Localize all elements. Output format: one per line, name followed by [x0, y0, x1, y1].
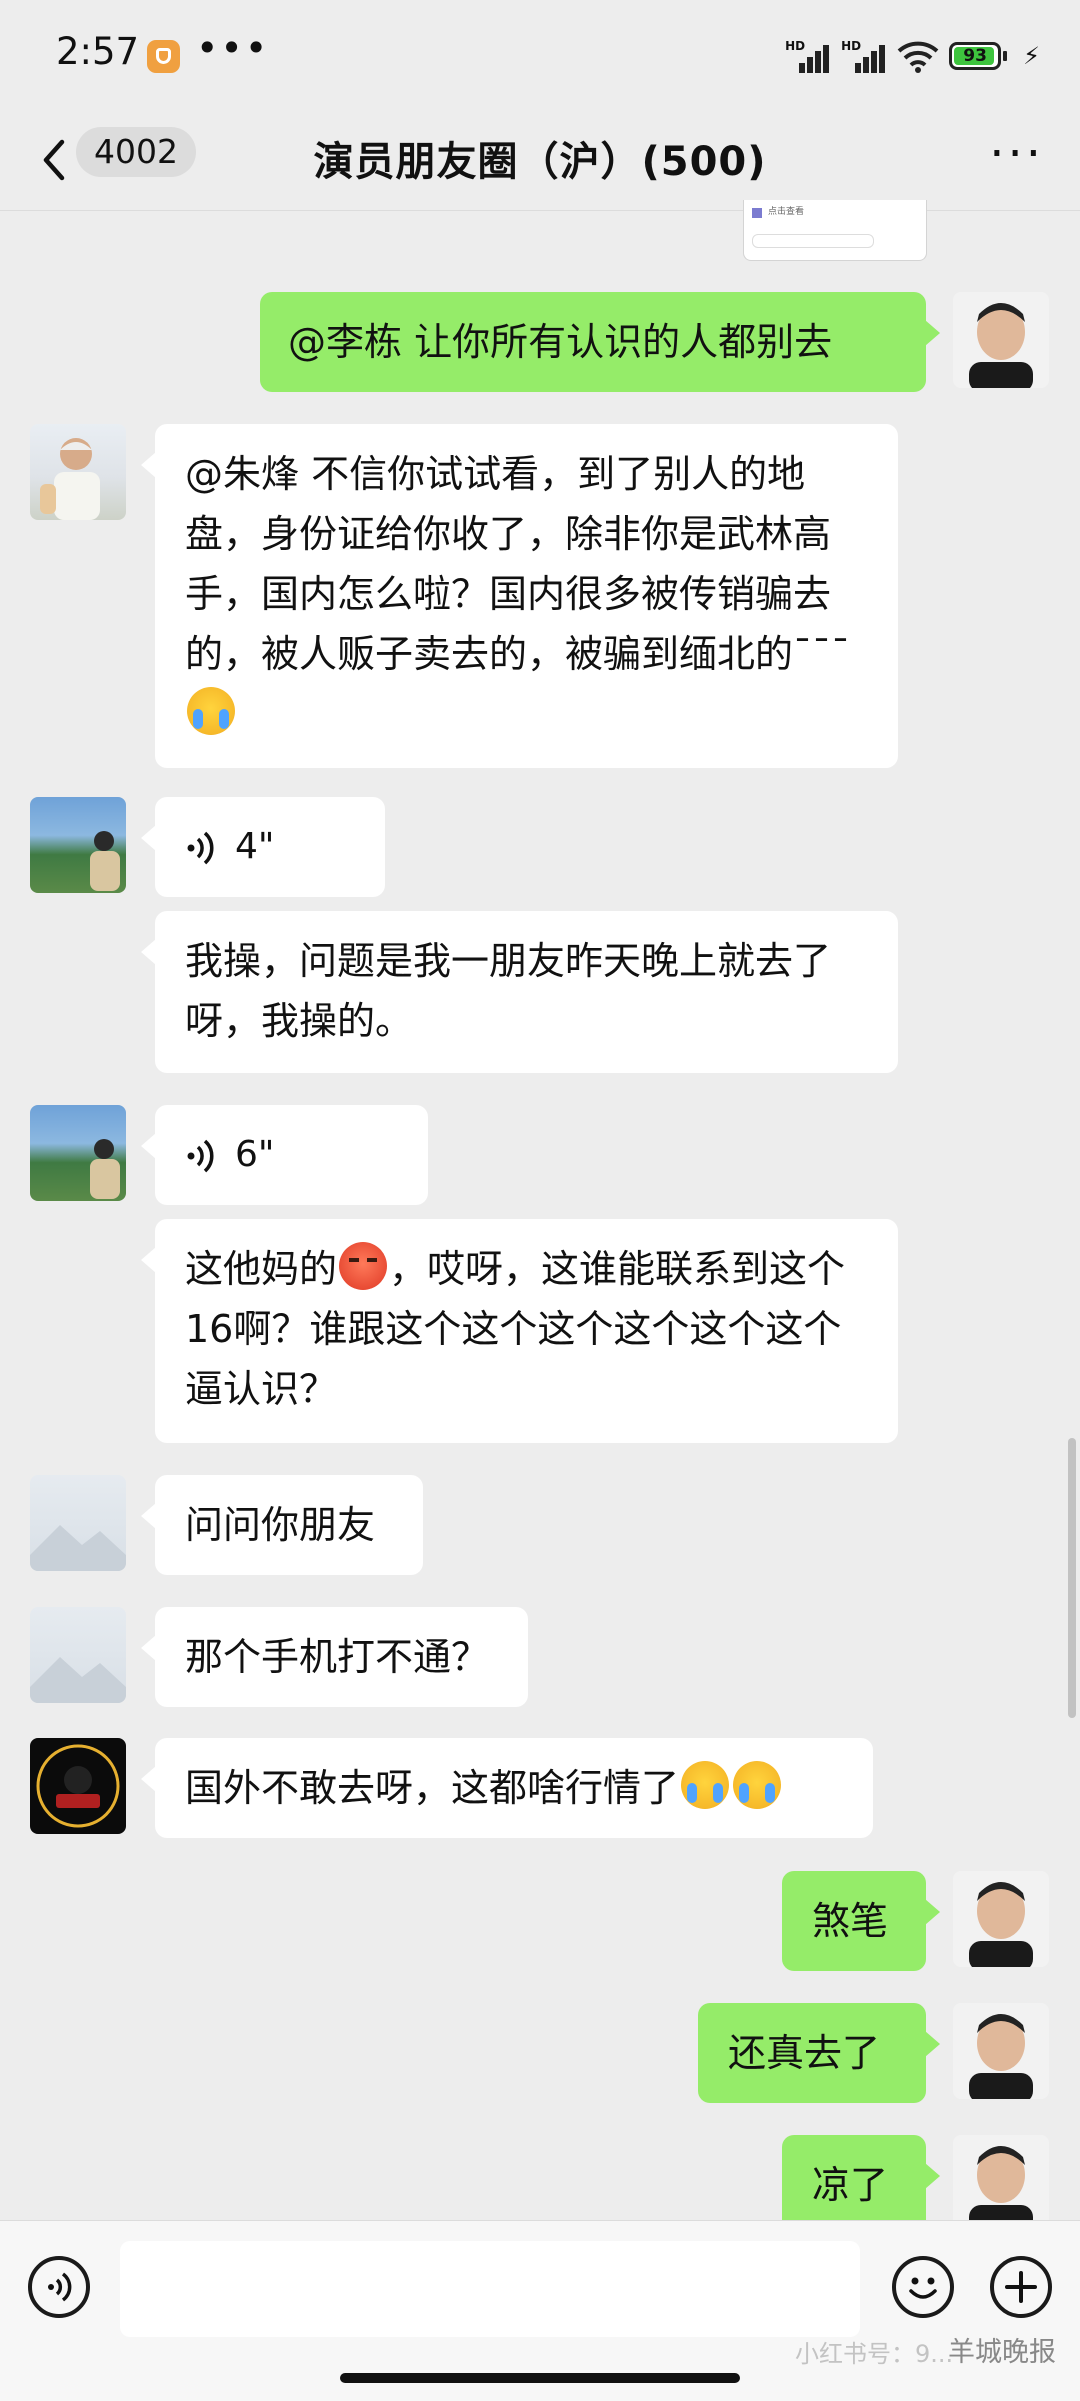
avatar-member[interactable] — [30, 1475, 126, 1571]
plus-icon — [1005, 2271, 1037, 2303]
message-bubble-sent[interactable]: 煞笔 — [782, 1871, 940, 1971]
chat-title: 演员朋友圈（沪）(500) — [313, 139, 767, 185]
message-text: @李栋 让你所有认识的人都别去 — [288, 320, 833, 364]
avatar-member[interactable] — [30, 1738, 126, 1834]
voice-wave-icon — [187, 831, 214, 865]
message-bubble-received[interactable]: 问问你朋友 — [141, 1475, 423, 1575]
avatar-self[interactable] — [953, 2135, 1049, 2231]
message-text: 我操，问题是我一朋友昨天晚上就去了呀，我操的。 — [185, 939, 832, 1043]
battery-level: 93 — [963, 46, 987, 66]
message-bubble-received[interactable]: 那个手机打不通？ — [141, 1607, 528, 1707]
avatar-member[interactable] — [30, 1607, 126, 1703]
message-text: 煞笔 — [812, 1899, 889, 1943]
smiley-icon — [909, 2277, 937, 2299]
voice-message[interactable]: 6" — [141, 1105, 428, 1205]
message-input[interactable] — [120, 2241, 860, 2337]
message-bubble-sent[interactable]: 还真去了 — [698, 2003, 940, 2103]
status-bar: 2:57 ••• HD HD 93 ⚡ — [0, 0, 1080, 110]
voice-icon — [48, 2272, 72, 2302]
charging-icon: ⚡ — [1023, 42, 1040, 70]
input-bar: 小红书号：9... 羊城晚报 — [0, 2220, 1080, 2401]
message-bubble-received[interactable]: 这他妈的 ，哎呀，这谁能联系到这个16啊？谁跟这个这个这个这个这个这个逼认识？ — [141, 1219, 898, 1443]
status-time: 2:57 — [56, 30, 140, 73]
app-notification-icon — [147, 40, 180, 73]
crying-emoji-icon — [733, 1761, 782, 1809]
crying-emoji-icon — [681, 1761, 730, 1809]
message-bubble-received[interactable]: @朱烽 不信你试试看，到了别人的地盘，身份证给你收了，除非你是武林高手，国内怎么… — [141, 424, 898, 768]
voice-wave-icon — [187, 1139, 214, 1173]
voice-message[interactable]: 4" — [141, 797, 385, 897]
voice-duration: 4" — [235, 826, 275, 867]
more-notifications-icon: ••• — [196, 26, 270, 70]
message-text: 问问你朋友 — [185, 1503, 376, 1547]
signal-icon-2: HD — [841, 39, 887, 73]
more-actions-button[interactable] — [990, 2256, 1052, 2318]
crying-emoji-icon — [187, 687, 235, 735]
watermark: 羊城晚报 — [948, 2337, 1056, 2368]
scrollbar[interactable] — [1068, 1438, 1076, 1718]
message-text: 那个手机打不通？ — [185, 1635, 490, 1679]
home-indicator[interactable] — [340, 2373, 740, 2383]
chat-header: 4002 演员朋友圈（沪）(500) ··· — [0, 110, 1080, 211]
thumbnail-caption: 点击查看 — [768, 207, 805, 217]
message-text: 还真去了 — [728, 2031, 881, 2075]
message-text: @朱烽 不信你试试看，到了别人的地盘，身份证给你收了，除非你是武林高手，国内怎么… — [185, 452, 851, 676]
message-bubble-received[interactable]: 我操，问题是我一朋友昨天晚上就去了呀，我操的。 — [141, 911, 898, 1073]
emoji-button[interactable] — [892, 2256, 954, 2318]
image-thumbnail[interactable]: 点击查看 — [743, 200, 927, 261]
more-options-icon[interactable]: ··· — [989, 130, 1044, 178]
message-bubble-received[interactable]: 国外不敢去呀，这都啥行情了 — [141, 1738, 873, 1838]
avatar-member[interactable] — [30, 1105, 126, 1201]
thumbnail-icon — [752, 208, 762, 218]
battery-icon: 93 — [949, 42, 1008, 70]
signal-icon: HD — [785, 39, 831, 73]
faint-watermark: 小红书号：9... — [795, 2340, 954, 2368]
wifi-icon — [897, 41, 939, 73]
voice-input-button[interactable] — [28, 2256, 90, 2318]
avatar-self[interactable] — [953, 292, 1049, 388]
message-bubble-sent[interactable]: @李栋 让你所有认识的人都别去 — [260, 292, 940, 392]
message-text: 这他妈的 — [185, 1247, 338, 1291]
avatar-self[interactable] — [953, 1871, 1049, 1967]
avatar-self[interactable] — [953, 2003, 1049, 2099]
angry-emoji-icon — [339, 1242, 388, 1290]
message-text: 国外不敢去呀，这都啥行情了 — [185, 1766, 680, 1810]
avatar-member[interactable] — [30, 797, 126, 893]
avatar-member[interactable] — [30, 424, 126, 520]
voice-duration: 6" — [235, 1134, 275, 1175]
message-text: 凉了 — [812, 2163, 889, 2207]
